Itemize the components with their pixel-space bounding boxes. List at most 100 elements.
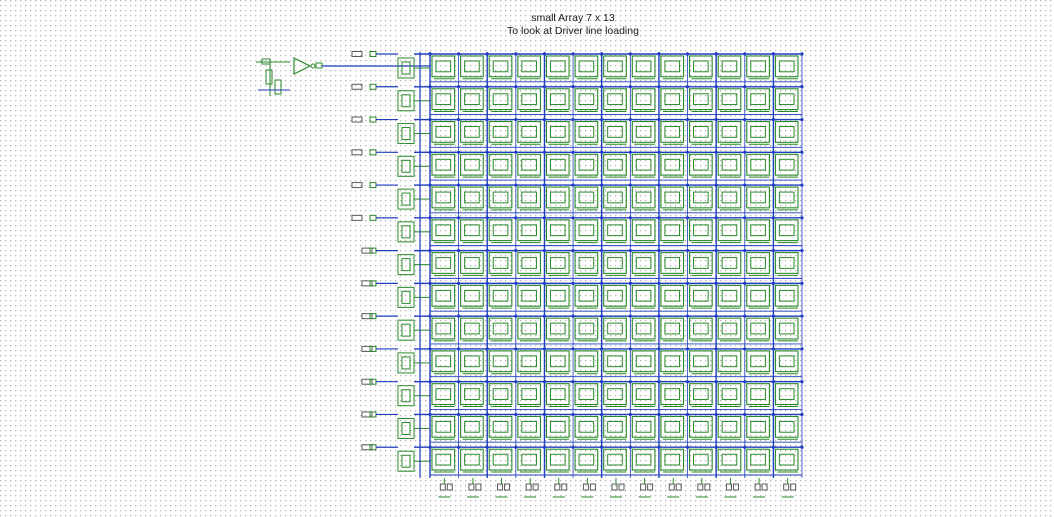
memory-cell[interactable] [660,317,685,340]
memory-cell[interactable] [774,317,799,340]
memory-cell[interactable] [631,350,656,373]
memory-cell[interactable] [431,153,456,176]
memory-cell[interactable] [545,350,570,373]
memory-cell[interactable] [603,186,627,209]
memory-cell[interactable] [774,284,799,307]
memory-cell[interactable] [746,55,770,78]
memory-cell[interactable] [431,415,456,438]
memory-cell[interactable] [631,383,656,406]
memory-cell[interactable] [603,383,627,406]
memory-cell[interactable] [488,219,513,242]
memory-cell[interactable] [746,317,770,340]
memory-cell[interactable] [431,383,456,406]
memory-cell[interactable] [517,55,542,78]
memory-cell[interactable] [774,55,799,78]
column-port[interactable] [504,483,511,491]
memory-cell[interactable] [688,186,713,209]
memory-cell[interactable] [717,55,742,78]
memory-cell[interactable] [488,88,513,111]
memory-cell[interactable] [660,415,685,438]
column-port[interactable] [697,483,704,491]
memory-cell[interactable] [660,153,685,176]
memory-cell[interactable] [717,448,742,471]
column-port[interactable] [732,483,739,491]
memory-cell[interactable] [631,120,656,143]
memory-cell[interactable] [574,120,599,143]
column-port[interactable] [725,483,732,491]
memory-cell[interactable] [746,415,770,438]
memory-cell[interactable] [517,317,542,340]
memory-cell[interactable] [488,350,513,373]
column-port[interactable] [468,483,475,491]
memory-cell[interactable] [488,415,513,438]
memory-cell[interactable] [517,284,542,307]
memory-cell[interactable] [460,88,484,111]
memory-cell[interactable] [460,219,484,242]
memory-cell[interactable] [460,186,484,209]
column-port[interactable] [582,483,589,491]
column-ports[interactable] [438,478,797,498]
row-port[interactable] [351,182,363,189]
memory-cell[interactable] [574,383,599,406]
memory-cell[interactable] [431,120,456,143]
memory-cell[interactable] [717,317,742,340]
memory-cell[interactable] [660,252,685,274]
row-driver-device[interactable] [397,123,415,145]
column-port[interactable] [554,483,561,491]
memory-cell[interactable] [488,448,513,471]
memory-cell[interactable] [660,120,685,143]
memory-cell[interactable] [574,252,599,274]
memory-cell[interactable] [631,55,656,78]
memory-cell[interactable] [688,383,713,406]
memory-cell[interactable] [460,284,484,307]
row-driver-device[interactable] [397,188,415,210]
memory-cell[interactable] [717,120,742,143]
memory-cell[interactable] [631,219,656,242]
column-port[interactable] [561,483,568,491]
memory-cell[interactable] [545,383,570,406]
memory-cell[interactable] [431,88,456,111]
column-port[interactable] [618,483,625,491]
memory-cell[interactable] [460,153,484,176]
memory-cell[interactable] [460,350,484,373]
memory-cell[interactable] [431,350,456,373]
row-driver-device[interactable] [397,417,415,439]
memory-cell[interactable] [517,153,542,176]
row-driver-device[interactable] [397,450,415,472]
memory-cell[interactable] [717,383,742,406]
memory-cell[interactable] [688,317,713,340]
memory-cell[interactable] [660,88,685,111]
memory-cell[interactable] [545,448,570,471]
memory-cell[interactable] [460,415,484,438]
memory-cell[interactable] [603,284,627,307]
memory-cell[interactable] [574,350,599,373]
memory-cell[interactable] [488,284,513,307]
memory-cell[interactable] [574,186,599,209]
memory-cell[interactable] [660,186,685,209]
memory-cell[interactable] [717,186,742,209]
memory-cell[interactable] [488,383,513,406]
memory-cell[interactable] [460,317,484,340]
memory-cell[interactable] [631,284,656,307]
memory-cell[interactable] [688,284,713,307]
memory-cell[interactable] [774,350,799,373]
memory-cell[interactable] [774,120,799,143]
memory-cell[interactable] [774,88,799,111]
memory-cell[interactable] [603,219,627,242]
memory-cell[interactable] [717,88,742,111]
memory-cell[interactable] [431,219,456,242]
row-driver-device[interactable] [397,57,415,79]
column-port[interactable] [647,483,654,491]
memory-cell[interactable] [488,55,513,78]
row-driver-device[interactable] [397,254,415,276]
memory-cell[interactable] [545,415,570,438]
memory-cell-array[interactable] [397,52,804,478]
memory-cell[interactable] [603,415,627,438]
memory-cell[interactable] [431,186,456,209]
memory-cell[interactable] [688,55,713,78]
memory-cell[interactable] [517,120,542,143]
memory-cell[interactable] [660,284,685,307]
column-port[interactable] [439,483,446,491]
memory-cell[interactable] [660,55,685,78]
memory-cell[interactable] [431,252,456,274]
